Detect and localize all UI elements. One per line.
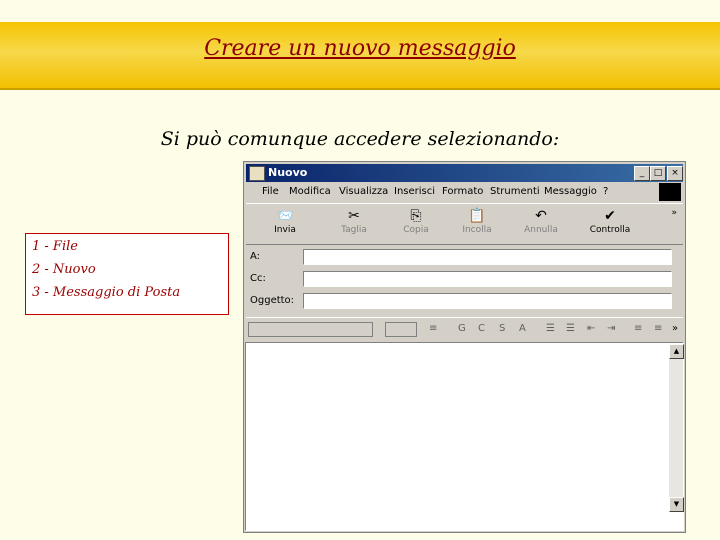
menu-file[interactable]: File [262, 186, 279, 197]
paste-icon: 📋 [468, 208, 486, 224]
check-names-button[interactable]: ✔ Controlla [587, 207, 633, 235]
slide-title: Creare un nuovo messaggio [204, 36, 516, 61]
menu-help[interactable]: ? [603, 186, 608, 197]
copy-label: Copia [403, 225, 429, 235]
cut-label: Taglia [341, 225, 367, 235]
send-label: Invia [274, 225, 296, 235]
underline-icon[interactable]: S [499, 323, 505, 334]
paste-label: Incolla [462, 225, 492, 235]
undo-button[interactable]: ↶ Annulla [518, 207, 564, 235]
cut-button[interactable]: ✂ Taglia [331, 207, 377, 235]
windows-logo-icon [659, 183, 681, 201]
to-field[interactable] [303, 249, 672, 265]
font-color-icon[interactable]: A [519, 323, 526, 334]
increase-indent-icon[interactable]: ⇥ [607, 323, 615, 334]
menu-bar: File Modifica Visualizza Inserisci Forma… [246, 184, 683, 202]
step-2: 2 - Nuovo [32, 262, 96, 277]
send-icon: 📨 [276, 208, 294, 224]
menu-inserisci[interactable]: Inserisci [394, 186, 435, 197]
menu-modifica[interactable]: Modifica [289, 186, 331, 197]
menu-strumenti[interactable]: Strumenti [490, 186, 540, 197]
font-size-select[interactable] [385, 322, 417, 337]
cc-field[interactable] [303, 271, 672, 287]
format-more-chevron-icon[interactable]: » [672, 323, 678, 334]
subject-label: Oggetto: [250, 295, 295, 306]
minimize-button[interactable]: _ [634, 166, 650, 181]
paragraph-style-icon[interactable]: ≡ [429, 323, 437, 334]
bold-icon[interactable]: G [458, 323, 466, 334]
toolbar-more-chevron-icon[interactable]: » [671, 208, 677, 218]
copy-button[interactable]: ⎘ Copia [393, 207, 439, 235]
format-toolbar: ≡ G C S A ☰ ☰ ⇤ ⇥ ≡ ≡ » [246, 317, 683, 340]
check-names-label: Controlla [589, 225, 631, 235]
paste-button[interactable]: 📋 Incolla [454, 207, 500, 235]
window-title: Nuovo [268, 166, 308, 179]
scroll-down-icon[interactable]: ▼ [669, 497, 684, 512]
send-button[interactable]: 📨 Invia [262, 207, 308, 235]
undo-label: Annulla [524, 225, 558, 235]
toolbar: 📨 Invia ✂ Taglia ⎘ Copia 📋 Incolla ↶ Ann… [246, 203, 683, 245]
step-3: 3 - Messaggio di Posta [32, 285, 181, 300]
copy-icon: ⎘ [410, 208, 422, 224]
vertical-scrollbar[interactable]: ▲ ▼ [669, 344, 684, 512]
numbered-list-icon[interactable]: ☰ [546, 323, 555, 334]
maximize-button[interactable]: □ [650, 166, 666, 181]
font-select[interactable] [248, 322, 373, 337]
italic-icon[interactable]: C [478, 323, 485, 334]
message-body[interactable] [245, 342, 684, 531]
message-app-icon [249, 166, 265, 181]
close-button[interactable]: × [667, 166, 683, 181]
bullet-list-icon[interactable]: ☰ [566, 323, 575, 334]
menu-messaggio[interactable]: Messaggio [544, 186, 597, 197]
undo-icon: ↶ [535, 208, 547, 224]
menu-formato[interactable]: Formato [442, 186, 483, 197]
scissors-icon: ✂ [348, 208, 360, 224]
menu-visualizza[interactable]: Visualizza [339, 186, 388, 197]
scroll-up-icon[interactable]: ▲ [669, 344, 684, 359]
decrease-indent-icon[interactable]: ⇤ [587, 323, 595, 334]
steps-box: 1 - File 2 - Nuovo 3 - Messaggio di Post… [25, 233, 229, 315]
check-names-icon: ✔ [604, 208, 616, 224]
new-message-window: Nuovo _ □ × File Modifica Visualizza Ins… [243, 161, 686, 533]
title-bar[interactable]: Nuovo _ □ × [246, 164, 683, 182]
cc-label[interactable]: Cc: [250, 273, 266, 284]
align-left-icon[interactable]: ≡ [634, 323, 642, 334]
to-label[interactable]: A: [250, 251, 260, 262]
align-center-icon[interactable]: ≡ [654, 323, 662, 334]
step-1: 1 - File [32, 239, 78, 254]
subject-field[interactable] [303, 293, 672, 309]
slide-subtitle: Si può comunque accedere selezionando: [160, 128, 560, 150]
